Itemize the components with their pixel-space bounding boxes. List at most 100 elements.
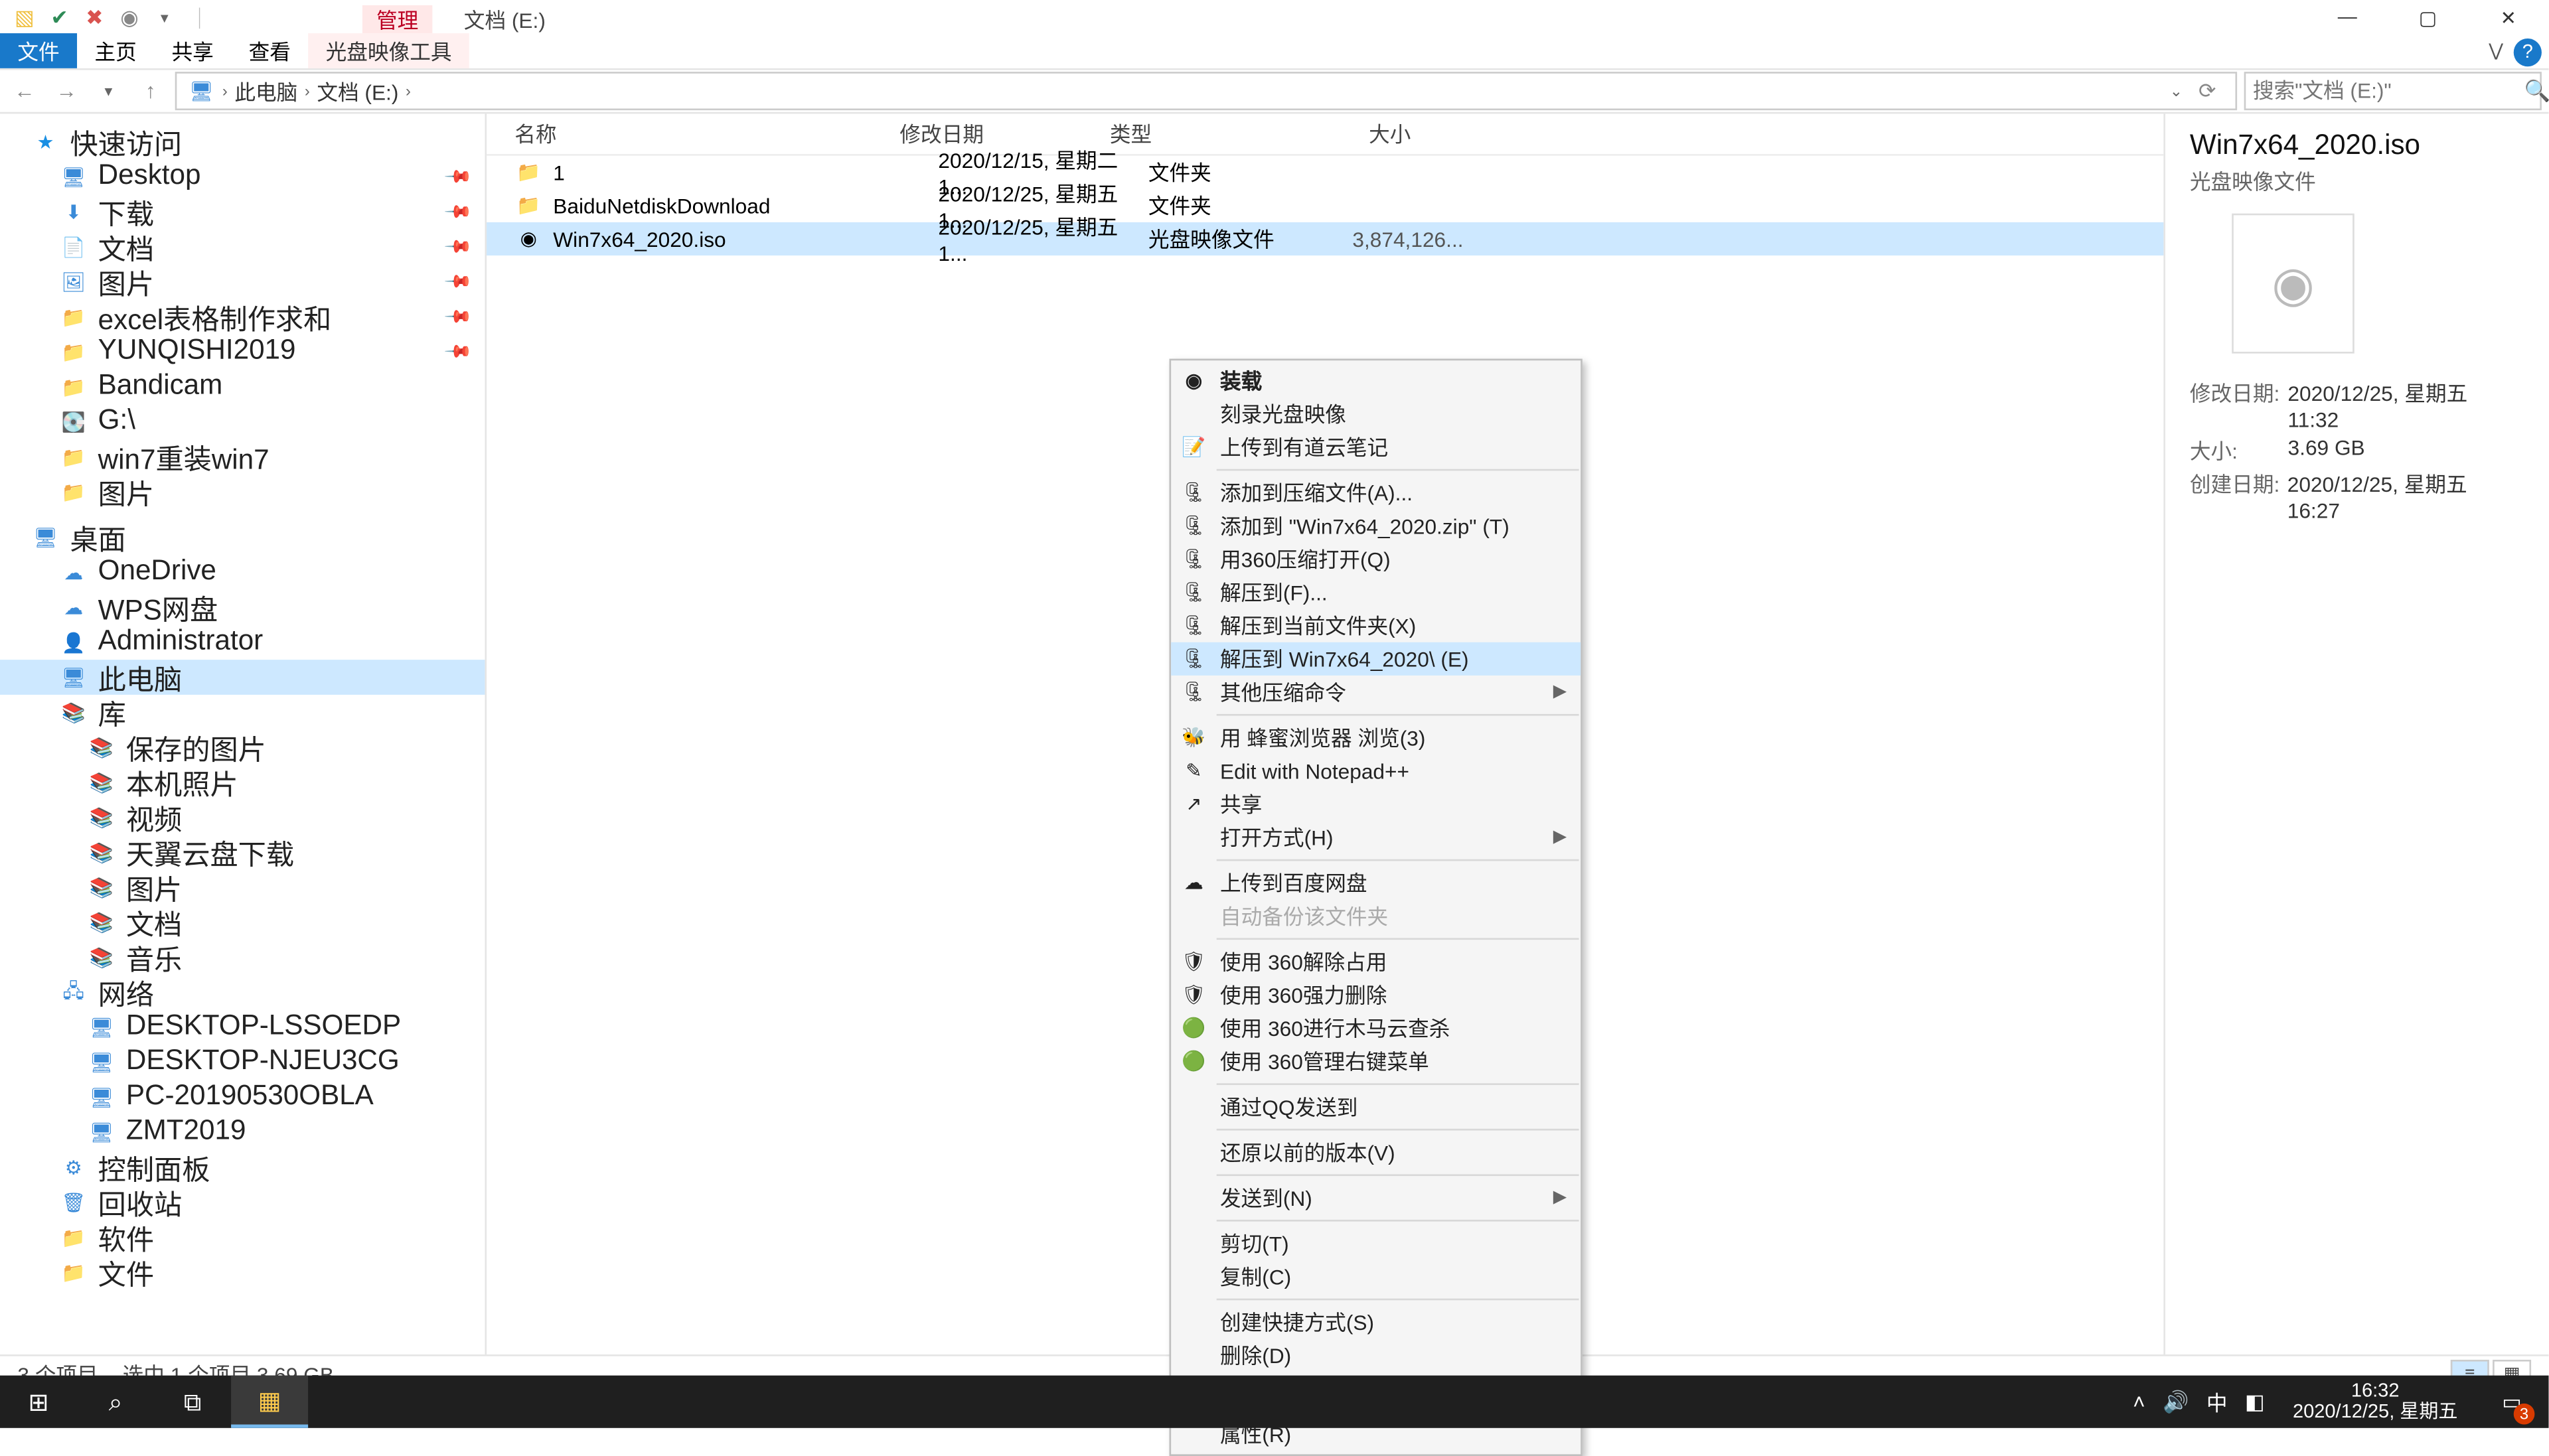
nav-item[interactable]: 📚音乐	[0, 940, 485, 975]
address-dropdown-icon[interactable]: ⌄	[2169, 82, 2183, 101]
nav-desktop[interactable]: 🖥桌面	[0, 520, 485, 555]
context-menu-item[interactable]: 🛡使用 360强力删除	[1171, 978, 1581, 1011]
context-menu-item[interactable]: 🛡使用 360解除占用	[1171, 945, 1581, 978]
volume-icon[interactable]: 🔊	[2163, 1390, 2189, 1414]
nav-item[interactable]: 🖥此电脑	[0, 660, 485, 695]
refresh-button[interactable]: ⟳	[2190, 74, 2225, 109]
nav-item[interactable]: 🖥DESKTOP-NJEU3CG	[0, 1045, 485, 1080]
col-date[interactable]: 修改日期	[899, 119, 1109, 149]
minimize-button[interactable]: —	[2307, 0, 2388, 35]
nav-item[interactable]: 📄文档📌	[0, 229, 485, 264]
context-menu-item[interactable]: 还原以前的版本(V)	[1171, 1135, 1581, 1169]
nav-item[interactable]: 🗑回收站	[0, 1185, 485, 1220]
breadcrumb-item[interactable]: 文档 (E:)	[317, 76, 398, 106]
context-menu-item[interactable]: 发送到(N)▶	[1171, 1181, 1581, 1214]
nav-item[interactable]: 📁图片	[0, 474, 485, 510]
breadcrumb-item[interactable]: 此电脑	[234, 76, 297, 106]
context-menu-item[interactable]: 🗜其他压缩命令▶	[1171, 676, 1581, 709]
explorer-taskbar-icon[interactable]: ▦	[231, 1376, 308, 1428]
search-box[interactable]: 🔍	[2244, 72, 2542, 110]
nav-item[interactable]: 📚文档	[0, 905, 485, 940]
context-menu-item[interactable]: 🗜解压到当前文件夹(X)	[1171, 609, 1581, 642]
nav-item[interactable]: 📚视频	[0, 800, 485, 835]
x-icon[interactable]: ✖	[80, 3, 108, 31]
nav-item[interactable]: 📚天翼云盘下载	[0, 835, 485, 870]
context-menu-item[interactable]: 复制(C)	[1171, 1260, 1581, 1293]
qat-dropdown-icon[interactable]: ▾	[151, 3, 179, 31]
help-button[interactable]: ?	[2514, 38, 2542, 66]
nav-item[interactable]: 💽G:\	[0, 404, 485, 439]
nav-item[interactable]: 🖥DESKTOP-LSSOEDP	[0, 1010, 485, 1045]
nav-item[interactable]: ☁OneDrive	[0, 555, 485, 590]
context-menu-item[interactable]: 🗜用360压缩打开(Q)	[1171, 542, 1581, 575]
check-icon[interactable]: ✔	[46, 3, 74, 31]
tray-app-icon[interactable]: ◧	[2245, 1390, 2265, 1414]
context-menu-item[interactable]: 刻录光盘映像	[1171, 398, 1581, 431]
ribbon-tab-disctools[interactable]: 光盘映像工具	[308, 33, 469, 68]
nav-quick-access[interactable]: ★快速访问	[0, 124, 485, 159]
ribbon-tab-view[interactable]: 查看	[231, 33, 308, 68]
close-button[interactable]: ✕	[2468, 0, 2548, 35]
context-menu-item[interactable]: 🟢使用 360管理右键菜单	[1171, 1045, 1581, 1078]
nav-item[interactable]: ⬇下载📌	[0, 194, 485, 230]
context-menu-item[interactable]: ☁上传到百度网盘	[1171, 866, 1581, 899]
nav-item[interactable]: 📁文件	[0, 1255, 485, 1290]
action-center-button[interactable]: ▭3	[2486, 1376, 2538, 1428]
nav-history-dropdown[interactable]: ▾	[91, 74, 126, 109]
context-menu-item[interactable]: ↗共享	[1171, 788, 1581, 821]
context-menu-item[interactable]: 🐝用 蜂蜜浏览器 浏览(3)	[1171, 721, 1581, 754]
context-menu-item[interactable]: ◉装载	[1171, 364, 1581, 397]
nav-item[interactable]: 📚本机照片	[0, 764, 485, 800]
context-menu-item[interactable]: 🗜添加到压缩文件(A)...	[1171, 476, 1581, 509]
file-row[interactable]: ◉Win7x64_2020.iso2020/12/25, 星期五 1...光盘映…	[487, 222, 2163, 255]
task-view-button[interactable]: ⧉	[154, 1376, 231, 1428]
nav-item[interactable]: 📁YUNQISHI2019📌	[0, 334, 485, 370]
col-type[interactable]: 类型	[1110, 119, 1285, 149]
file-row[interactable]: 📁BaiduNetdiskDownload2020/12/25, 星期五 1..…	[487, 189, 2163, 222]
tray-overflow-icon[interactable]: ˄	[2133, 1390, 2145, 1414]
nav-network[interactable]: 🖧网络	[0, 975, 485, 1010]
folder-icon[interactable]: ▧	[11, 3, 39, 31]
nav-item[interactable]: 📚保存的图片	[0, 730, 485, 765]
context-menu-item[interactable]: 🗜解压到(F)...	[1171, 576, 1581, 609]
start-button[interactable]: ⊞	[0, 1376, 77, 1428]
nav-back-button[interactable]: ←	[7, 74, 42, 109]
nav-item[interactable]: 🖥ZMT2019	[0, 1115, 485, 1150]
ribbon-tab-home[interactable]: 主页	[77, 33, 154, 68]
disc-icon[interactable]: ◉	[116, 3, 143, 31]
nav-up-button[interactable]: ↑	[133, 74, 168, 109]
nav-item[interactable]: ⚙控制面板	[0, 1150, 485, 1185]
search-input[interactable]	[2253, 79, 2524, 104]
ime-indicator[interactable]: 中	[2206, 1387, 2228, 1417]
ribbon-tab-share[interactable]: 共享	[154, 33, 231, 68]
nav-item[interactable]: 🖼图片📌	[0, 264, 485, 299]
nav-item[interactable]: 📁Bandicam	[0, 369, 485, 404]
context-menu-item[interactable]: 打开方式(H)▶	[1171, 821, 1581, 854]
taskbar-search-button[interactable]: ⌕	[77, 1376, 154, 1428]
clock[interactable]: 16:32 2020/12/25, 星期五	[2282, 1380, 2468, 1423]
nav-item[interactable]: ☁WPS网盘	[0, 590, 485, 625]
maximize-button[interactable]: ▢	[2388, 0, 2468, 35]
context-menu-item[interactable]: 🟢使用 360进行木马云查杀	[1171, 1011, 1581, 1045]
context-menu-item[interactable]: 创建快捷方式(S)	[1171, 1305, 1581, 1339]
context-menu-item[interactable]: 剪切(T)	[1171, 1227, 1581, 1260]
nav-item[interactable]: 👤Administrator	[0, 624, 485, 660]
search-icon[interactable]: 🔍	[2524, 79, 2549, 104]
breadcrumb[interactable]: 🖥 › 此电脑 › 文档 (E:) › ⌄ ⟳	[175, 72, 2237, 110]
context-menu-item[interactable]: ✎Edit with Notepad++	[1171, 755, 1581, 788]
nav-item[interactable]: 🖥PC-20190530OBLA	[0, 1080, 485, 1115]
nav-item[interactable]: 📁win7重装win7	[0, 439, 485, 474]
ribbon-tab-file[interactable]: 文件	[0, 33, 77, 68]
nav-item[interactable]: 📚图片	[0, 870, 485, 905]
file-row[interactable]: 📁12020/12/15, 星期二 1...文件夹	[487, 156, 2163, 189]
col-size[interactable]: 大小	[1285, 119, 1425, 149]
expand-ribbon-icon[interactable]: ⋁	[2489, 42, 2503, 61]
context-menu-item[interactable]: 删除(D)	[1171, 1339, 1581, 1372]
nav-forward-button[interactable]: →	[49, 74, 84, 109]
col-name[interactable]: 名称	[514, 119, 899, 149]
nav-item[interactable]: 📁软件	[0, 1220, 485, 1255]
context-menu-item[interactable]: 🗜添加到 "Win7x64_2020.zip" (T)	[1171, 509, 1581, 542]
context-menu-item[interactable]: 🗜解压到 Win7x64_2020\ (E)	[1171, 642, 1581, 676]
nav-item[interactable]: 📚库	[0, 695, 485, 730]
nav-item[interactable]: 📁excel表格制作求和📌	[0, 299, 485, 334]
